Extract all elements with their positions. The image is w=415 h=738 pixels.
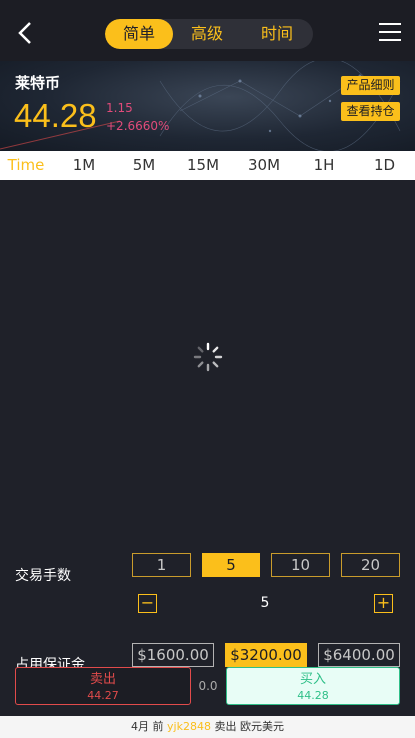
price-change-percent: +2.6660% xyxy=(106,119,170,133)
period-tab[interactable]: 1D xyxy=(354,151,415,180)
period-tab[interactable]: 1M xyxy=(52,151,116,180)
top-bar: 简单 高级 时间 xyxy=(0,0,415,65)
period-tabs: Time 1M 5M 15M 30M 1H 1D xyxy=(0,151,415,180)
tab-time[interactable]: 时间 xyxy=(241,19,313,49)
decrease-quantity-button[interactable]: − xyxy=(138,594,157,613)
ticker-action: 卖出 xyxy=(214,720,237,733)
quote-banner: 莱特币 44.28 1.15 +2.6660% 产品细则 查看持仓 xyxy=(0,61,415,151)
period-tab[interactable]: Time xyxy=(0,151,52,180)
ticker-user: yjk2848 xyxy=(167,720,211,733)
buy-label: 买入 xyxy=(299,672,326,687)
increase-quantity-button[interactable]: + xyxy=(374,594,393,613)
hamburger-menu-icon[interactable] xyxy=(379,23,401,43)
tab-advanced[interactable]: 高级 xyxy=(173,19,241,49)
margin-option[interactable]: $1600.00 xyxy=(132,643,214,667)
period-tab[interactable]: 15M xyxy=(172,151,234,180)
loading-spinner-icon xyxy=(193,342,223,372)
chart-area[interactable] xyxy=(0,180,415,540)
trade-ticker: 4月 前 yjk2848 卖出 欧元美元 xyxy=(0,716,415,738)
view-positions-button[interactable]: 查看持仓 xyxy=(341,102,400,121)
lot-option[interactable]: 20 xyxy=(341,553,400,577)
product-details-button[interactable]: 产品细则 xyxy=(341,76,400,95)
period-tab[interactable]: 5M xyxy=(116,151,172,180)
margin-option[interactable]: $6400.00 xyxy=(318,643,400,667)
coin-name: 莱特币 xyxy=(15,74,61,92)
quantity-value: 5 xyxy=(260,595,270,611)
sell-price: 44.27 xyxy=(87,689,119,702)
ticker-product: 欧元美元 xyxy=(239,720,284,733)
buy-button[interactable]: 买入 44.28 xyxy=(226,667,400,705)
lot-option[interactable]: 5 xyxy=(202,553,260,577)
chevron-left-icon[interactable] xyxy=(14,20,36,46)
lot-option[interactable]: 1 xyxy=(132,553,191,577)
sell-label: 卖出 xyxy=(89,672,116,687)
ticker-time: 4月 前 xyxy=(131,720,164,733)
period-tab[interactable]: 30M xyxy=(234,151,294,180)
mode-tabs: 简单 高级 时间 xyxy=(105,19,313,49)
period-tab[interactable]: 1H xyxy=(294,151,354,180)
buy-price: 44.28 xyxy=(297,689,329,702)
price-change: 1.15 xyxy=(106,101,133,115)
tab-simple[interactable]: 简单 xyxy=(105,19,173,49)
lots-label: 交易手数 xyxy=(15,568,71,584)
lot-option[interactable]: 10 xyxy=(271,553,330,577)
spread-value: 0.0 xyxy=(198,679,218,693)
current-price: 44.28 xyxy=(14,97,97,134)
margin-option[interactable]: $3200.00 xyxy=(225,643,307,667)
sell-button[interactable]: 卖出 44.27 xyxy=(15,667,191,705)
